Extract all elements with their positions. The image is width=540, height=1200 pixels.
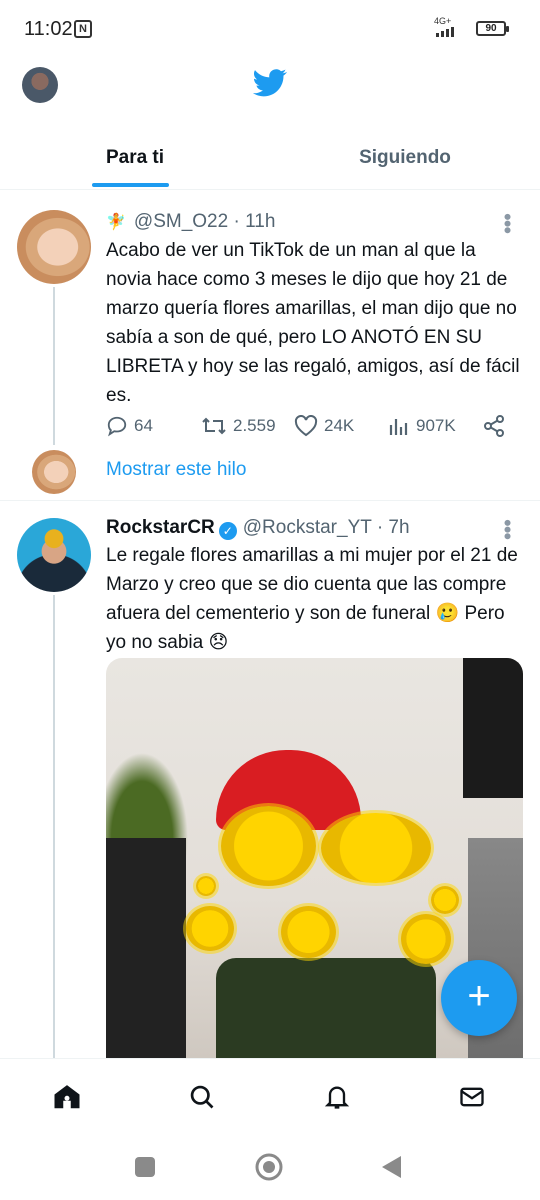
like-button[interactable]: 24K bbox=[294, 413, 354, 439]
status-bar: 11:02 N 4G+ 90 bbox=[0, 0, 540, 58]
timeline-tabs: Para ti Siguiendo bbox=[0, 120, 540, 190]
views-icon bbox=[389, 419, 408, 435]
views-count: 907K bbox=[416, 416, 456, 435]
thread-line bbox=[53, 595, 55, 1058]
thread-author-avatar[interactable] bbox=[32, 450, 76, 494]
image-flower bbox=[401, 914, 451, 964]
retweet-count: 2.559 bbox=[233, 416, 276, 435]
reply-button[interactable]: 64 bbox=[106, 413, 153, 439]
image-flower bbox=[186, 906, 234, 951]
more-options-icon[interactable]: ••• bbox=[495, 213, 520, 233]
image-flower bbox=[281, 906, 336, 958]
retweet-icon bbox=[202, 417, 226, 435]
system-navigation bbox=[0, 1136, 540, 1200]
tweet[interactable]: 🧚 @SM_O22 · 11h ••• Acabo de ver un TikTo… bbox=[0, 191, 540, 499]
tab-para-ti[interactable]: Para ti bbox=[0, 120, 270, 190]
tweet-header: 🧚 @SM_O22 · 11h bbox=[106, 211, 275, 233]
home-button[interactable] bbox=[254, 1152, 284, 1187]
status-time: 11:02 bbox=[24, 18, 73, 40]
tweet-header: RockstarCR ✓ @Rockstar_YT · 7h bbox=[106, 517, 410, 540]
thread-line bbox=[53, 287, 55, 445]
notifications-icon[interactable] bbox=[319, 1079, 355, 1115]
tweet-text: Le regale flores amarillas a mi mujer po… bbox=[106, 545, 518, 653]
bottom-navigation bbox=[0, 1058, 540, 1136]
tweet-actions: 64 2.559 24K 907K bbox=[106, 413, 516, 439]
views-button[interactable]: 907K bbox=[388, 413, 456, 439]
tweet-author-avatar[interactable] bbox=[17, 210, 91, 284]
twitter-bird-icon[interactable] bbox=[253, 68, 287, 98]
tweet-time: · 11h bbox=[233, 211, 276, 232]
back-button[interactable] bbox=[380, 1154, 404, 1185]
tweet-handle[interactable]: @SM_O22 bbox=[134, 211, 228, 232]
show-thread-link[interactable]: Mostrar este hilo bbox=[106, 459, 246, 481]
more-options-icon[interactable]: ••• bbox=[495, 519, 520, 539]
image-wall-shadow bbox=[463, 658, 523, 798]
image-dark-pot bbox=[106, 838, 186, 1058]
image-flower bbox=[431, 886, 459, 914]
signal-icon bbox=[436, 27, 454, 37]
recents-button[interactable] bbox=[134, 1156, 156, 1183]
tweet-author-avatar[interactable] bbox=[17, 518, 91, 592]
timeline-feed[interactable]: 🧚 @SM_O22 · 11h ••• Acabo de ver un TikTo… bbox=[0, 191, 540, 1058]
profile-avatar[interactable] bbox=[22, 67, 58, 103]
tweet-time: · 7h bbox=[376, 517, 410, 538]
fairy-emoji-icon: 🧚 bbox=[106, 214, 126, 231]
compose-tweet-button[interactable]: + bbox=[441, 960, 517, 1036]
image-vase bbox=[216, 958, 436, 1058]
tweet-handle[interactable]: @Rockstar_YT bbox=[243, 517, 372, 538]
retweet-button[interactable]: 2.559 bbox=[201, 413, 276, 439]
image-flower bbox=[321, 813, 431, 883]
tweet-text: Acabo de ver un TikTok de un man al que … bbox=[106, 240, 520, 406]
share-icon bbox=[484, 415, 504, 437]
tab-siguiendo[interactable]: Siguiendo bbox=[270, 120, 540, 190]
search-icon[interactable] bbox=[184, 1079, 220, 1115]
share-button[interactable] bbox=[482, 413, 512, 439]
tweet-author-name[interactable]: RockstarCR bbox=[106, 517, 215, 538]
network-type: 4G+ bbox=[434, 16, 452, 26]
image-flower bbox=[196, 876, 216, 896]
messages-icon[interactable] bbox=[454, 1079, 490, 1115]
home-icon[interactable] bbox=[49, 1079, 85, 1115]
battery-icon: 90 bbox=[476, 21, 509, 36]
reply-icon bbox=[107, 416, 127, 437]
nfc-icon: N bbox=[74, 20, 92, 38]
verified-badge-icon: ✓ bbox=[218, 522, 237, 540]
reply-count: 64 bbox=[134, 416, 153, 435]
app-header bbox=[0, 58, 540, 120]
heart-icon bbox=[294, 415, 318, 437]
like-count: 24K bbox=[324, 416, 355, 435]
active-tab-indicator bbox=[92, 183, 169, 187]
image-flower bbox=[221, 806, 316, 886]
